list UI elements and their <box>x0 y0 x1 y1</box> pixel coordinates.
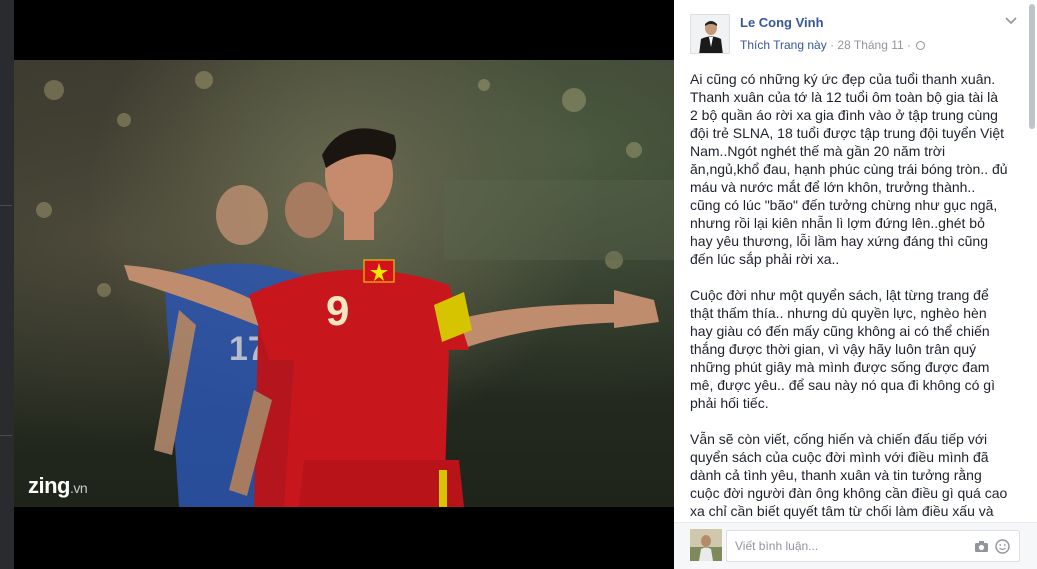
comment-composer <box>674 522 1037 569</box>
watermark-brand: zing <box>28 473 71 498</box>
avatar-image <box>691 15 729 53</box>
post-timestamp[interactable]: 28 Tháng 11 <box>837 38 903 52</box>
watermark-suffix: .vn <box>70 480 88 496</box>
photo-watermark: zing.vn <box>28 473 88 499</box>
author-name[interactable]: Le Cong Vinh <box>740 15 824 30</box>
photo-illustration: 17 9 <box>36 71 674 507</box>
post-photo[interactable]: 17 9 zing.vn <box>14 60 674 507</box>
post-paragraph: Vẫn sẽ còn viết, cống hiến và chiến đấu … <box>690 431 1008 519</box>
page-backdrop <box>0 0 14 569</box>
meta-separator: · <box>830 38 835 52</box>
author-avatar[interactable] <box>690 14 730 54</box>
post-meta: Thích Trang này · 28 Tháng 11 · <box>740 38 926 52</box>
like-page-link[interactable]: Thích Trang này <box>740 38 827 52</box>
chevron-down-icon[interactable] <box>1005 14 1017 28</box>
post-paragraph: Cuộc đời như một quyển sách, lật từng tr… <box>690 287 995 411</box>
camera-icon[interactable] <box>974 540 989 558</box>
comment-field[interactable] <box>726 530 1020 562</box>
emoji-icon[interactable] <box>995 539 1010 559</box>
photo-viewer-stage[interactable]: 17 9 zing.vn <box>14 0 674 569</box>
globe-icon <box>916 41 926 50</box>
panel-scrollbar[interactable] <box>1029 4 1035 129</box>
jersey-number: 9 <box>326 287 349 334</box>
post-side-panel: Le Cong Vinh Thích Trang này · 28 Tháng … <box>674 0 1037 569</box>
commenter-avatar <box>690 529 722 561</box>
commenter-avatar-image <box>690 529 722 561</box>
post-paragraph: Ai cũng có những ký ức đẹp của tuổi than… <box>690 71 1008 267</box>
backdrop-divider <box>0 435 12 436</box>
backdrop-divider <box>0 205 12 206</box>
comment-input[interactable] <box>735 531 965 561</box>
post-body: Ai cũng có những ký ức đẹp của tuổi than… <box>690 70 1008 522</box>
meta-separator: · <box>907 38 912 52</box>
